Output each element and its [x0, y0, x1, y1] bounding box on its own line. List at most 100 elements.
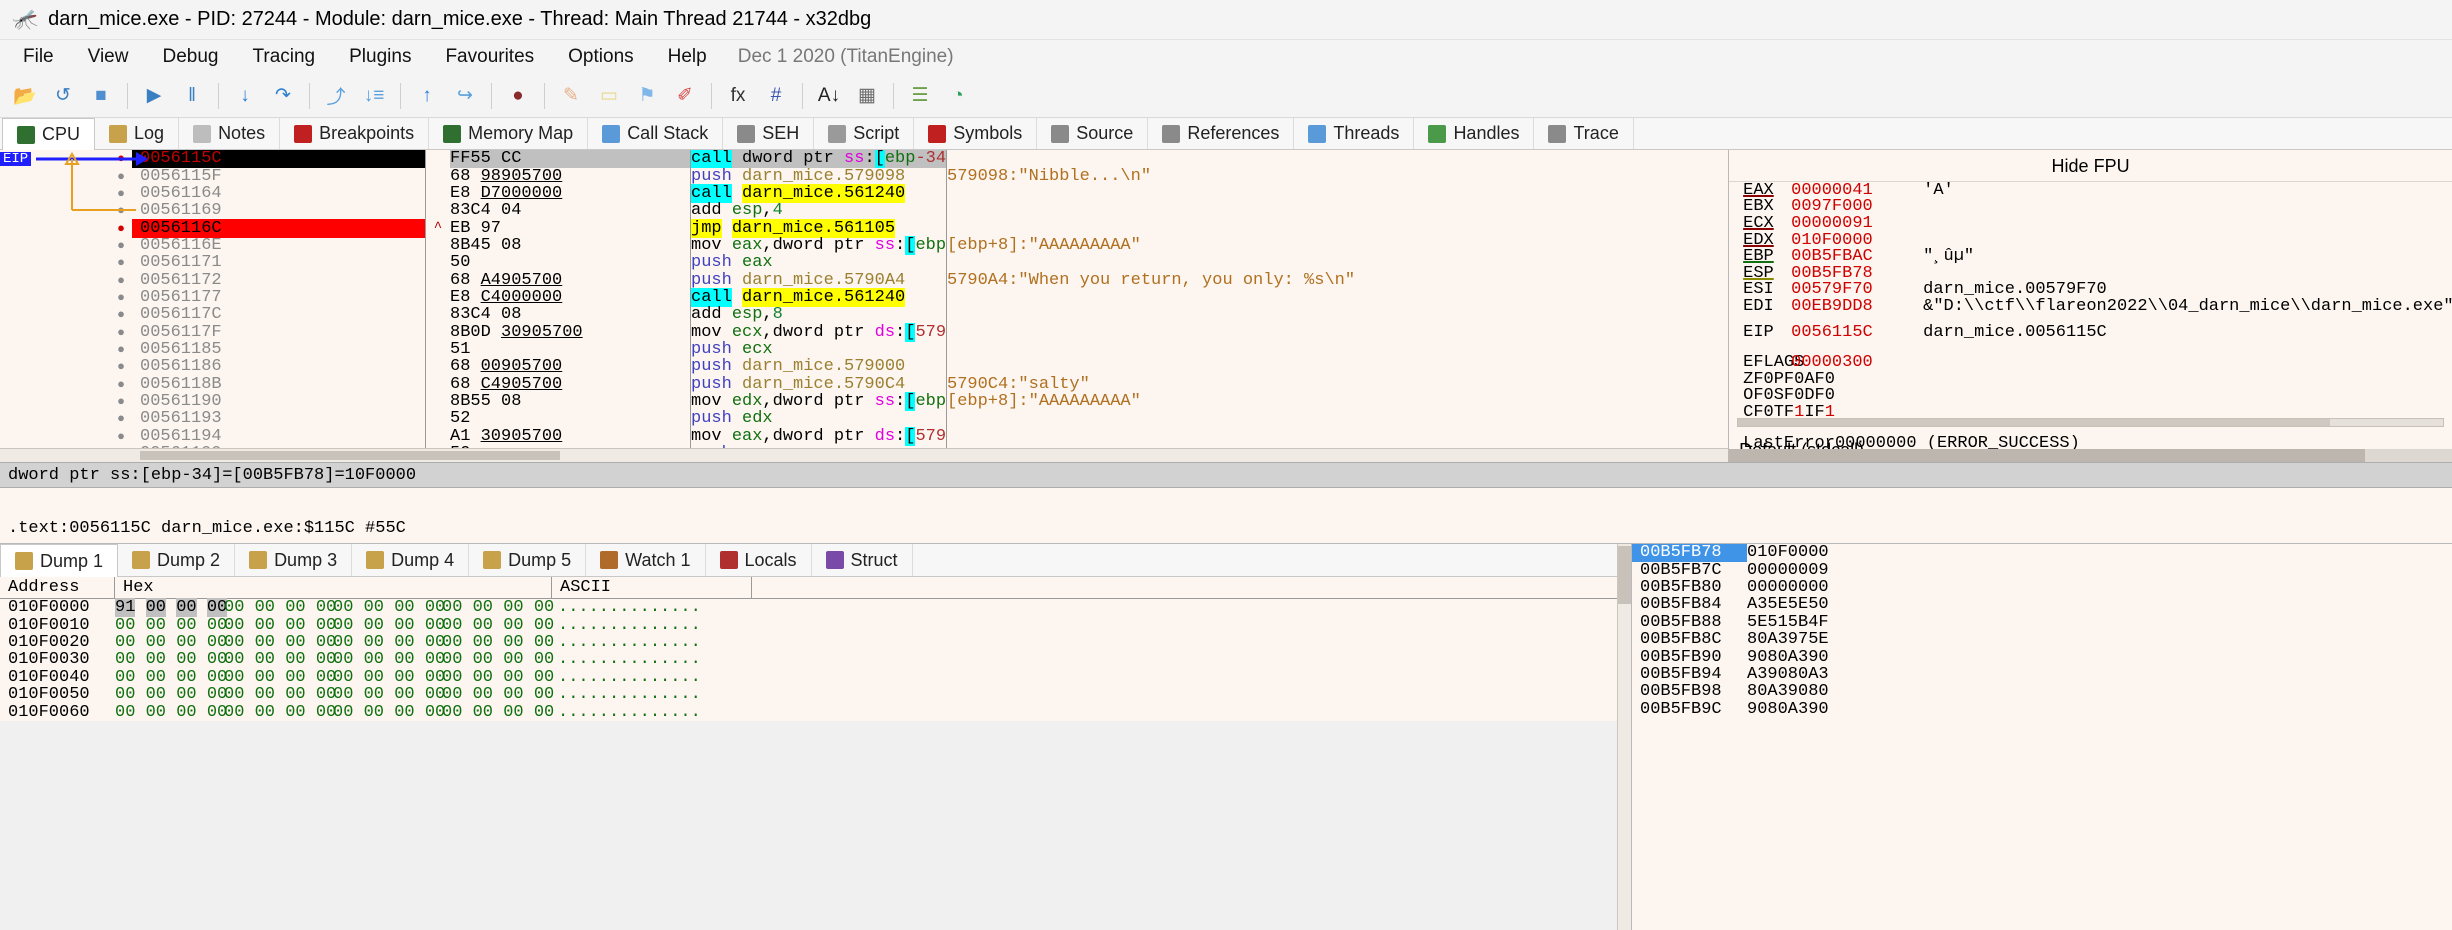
font-icon[interactable]: A↓: [812, 79, 846, 113]
dump-row[interactable]: 010F003000 00 00 0000 00 00 0000 00 00 0…: [0, 651, 1631, 668]
breakpoint-dot[interactable]: ●: [110, 359, 132, 374]
stack-row[interactable]: 00B5FB9C9080A390: [1632, 701, 2452, 718]
hex-byte[interactable]: 00: [224, 685, 244, 704]
hex-byte[interactable]: 00: [442, 668, 462, 687]
stack-panel[interactable]: 00B5FB78010F000000B5FB7C0000000900B5FB80…: [1632, 544, 2452, 930]
hex-group[interactable]: 00 00 00 00: [442, 633, 551, 652]
stack-row[interactable]: 00B5FB94A39080A3: [1632, 666, 2452, 683]
hex-byte[interactable]: 00: [255, 703, 275, 722]
hex-byte[interactable]: 00: [176, 685, 196, 704]
callinfo-hscrollbar[interactable]: [1729, 449, 2452, 462]
hex-group[interactable]: 00 00 00 00: [224, 650, 333, 669]
dump-tab-dump-3[interactable]: Dump 3: [235, 544, 352, 576]
dump-ascii[interactable]: ..............: [552, 650, 752, 669]
registers-panel[interactable]: Hide FPU EAX00000041'A'EBX0097F000ECX000…: [1729, 150, 2452, 462]
hex-byte[interactable]: 00: [255, 633, 275, 652]
hex-byte[interactable]: 00: [442, 650, 462, 669]
dump-hex[interactable]: 00 00 00 0000 00 00 0000 00 00 0000 00 0…: [115, 685, 552, 704]
hex-byte[interactable]: 00: [333, 668, 353, 687]
dump-hex[interactable]: 00 00 00 0000 00 00 0000 00 00 0000 00 0…: [115, 703, 552, 722]
hex-byte[interactable]: 00: [333, 650, 353, 669]
menu-item-debug[interactable]: Debug: [145, 42, 235, 72]
hex-byte[interactable]: 00: [503, 703, 523, 722]
breakpoint-dot[interactable]: ●: [110, 342, 132, 357]
hex-byte[interactable]: 00: [255, 685, 275, 704]
calculator-icon[interactable]: ▦: [850, 79, 884, 113]
register-row[interactable]: EBX0097F000: [1729, 199, 2452, 216]
dump-hex[interactable]: 00 00 00 0000 00 00 0000 00 00 0000 00 0…: [115, 616, 552, 635]
hex-byte[interactable]: 00: [176, 633, 196, 652]
dump-ascii[interactable]: ..............: [552, 703, 752, 722]
disassembly-row[interactable]: ●0056117C83C4 08add esp,8: [0, 306, 1728, 323]
disassembly-row[interactable]: ●0056119352push edx: [0, 410, 1728, 427]
stack-row[interactable]: 00B5FB9880A39080: [1632, 683, 2452, 700]
register-row[interactable]: EFLAGS00000300: [1729, 354, 2452, 371]
disassembly-hscrollbar[interactable]: [0, 448, 1728, 462]
disassembly-row[interactable]: ●00561194A1 30905700mov eax,dword ptr ds…: [0, 428, 1728, 445]
hex-byte[interactable]: 00: [115, 668, 135, 687]
disassembly-panel[interactable]: EIP ●0056115CFF55 CCcall dword ptr ss:[e…: [0, 150, 1729, 462]
menu-item-help[interactable]: Help: [651, 42, 724, 72]
dump-ascii[interactable]: ..............: [552, 668, 752, 687]
tab-cpu[interactable]: CPU: [2, 118, 95, 150]
bookmark-icon[interactable]: ⚑: [630, 79, 664, 113]
dump-row[interactable]: 010F005000 00 00 0000 00 00 0000 00 00 0…: [0, 686, 1631, 703]
hex-byte[interactable]: 00: [146, 598, 166, 617]
hex-byte[interactable]: 00: [176, 650, 196, 669]
hex-group[interactable]: 00 00 00 00: [333, 668, 442, 687]
hex-byte[interactable]: 00: [255, 616, 275, 635]
stack-value[interactable]: 9080A390: [1747, 648, 1907, 667]
register-value[interactable]: 0056115C: [1791, 323, 1923, 342]
hex-byte[interactable]: 00: [442, 703, 462, 722]
tab-log[interactable]: Log: [95, 118, 179, 149]
function-icon[interactable]: fx: [721, 79, 755, 113]
hex-byte[interactable]: 00: [364, 668, 384, 687]
breakpoint-dot[interactable]: ●: [110, 203, 132, 218]
dump-ascii[interactable]: ..............: [552, 633, 752, 652]
hex-group[interactable]: 00 00 00 00: [333, 616, 442, 635]
hex-byte[interactable]: 00: [115, 703, 135, 722]
register-row[interactable]: ESP00B5FB78: [1729, 265, 2452, 282]
hex-byte[interactable]: 00: [364, 633, 384, 652]
register-row[interactable]: EDX010F0000: [1729, 232, 2452, 249]
dump-hex[interactable]: 00 00 00 0000 00 00 0000 00 00 0000 00 0…: [115, 650, 552, 669]
stack-value[interactable]: 5E515B4F: [1747, 613, 1907, 632]
execute-till-return-icon[interactable]: ↪: [448, 79, 482, 113]
hex-group[interactable]: 00 00 00 00: [333, 598, 442, 617]
comment-icon[interactable]: ▭: [592, 79, 626, 113]
menu-item-view[interactable]: View: [71, 42, 146, 72]
register-row[interactable]: EBP00B5FBAC"¸ûµ": [1729, 248, 2452, 265]
dump-tab-dump-4[interactable]: Dump 4: [352, 544, 469, 576]
stack-row[interactable]: 00B5FB8C80A3975E: [1632, 631, 2452, 648]
dump-hex[interactable]: 91 00 00 0000 00 00 0000 00 00 0000 00 0…: [115, 598, 552, 617]
breakpoint-dot[interactable]: ●: [110, 411, 132, 426]
about-icon[interactable]: ◔: [941, 79, 975, 113]
hex-byte[interactable]: 00: [146, 633, 166, 652]
register-value[interactable]: 00EB9DD8: [1791, 297, 1923, 316]
dump-ascii[interactable]: ..............: [552, 598, 752, 617]
hex-group[interactable]: 00 00 00 00: [224, 685, 333, 704]
hex-byte[interactable]: 00: [224, 633, 244, 652]
tab-breakpoints[interactable]: Breakpoints: [280, 118, 429, 149]
restart-icon[interactable]: ↺: [46, 79, 80, 113]
hex-byte[interactable]: 00: [473, 633, 493, 652]
hex-byte[interactable]: 00: [224, 616, 244, 635]
hex-byte[interactable]: 00: [394, 703, 414, 722]
hex-group[interactable]: 00 00 00 00: [442, 616, 551, 635]
hex-byte[interactable]: 00: [224, 650, 244, 669]
hex-byte[interactable]: 00: [285, 616, 305, 635]
disassembly-row[interactable]: ●0056116983C4 04add esp,4: [0, 202, 1728, 219]
register-row[interactable]: ESI00579F70darn_mice.00579F70: [1729, 282, 2452, 299]
pause-icon[interactable]: ‖: [175, 79, 209, 113]
run-icon[interactable]: ▶: [137, 79, 171, 113]
dump-tab-dump-5[interactable]: Dump 5: [469, 544, 586, 576]
run-to-icon[interactable]: ↓≡: [357, 79, 391, 113]
breakpoint-dot[interactable]: ●: [110, 307, 132, 322]
menu-item-file[interactable]: File: [6, 42, 71, 72]
patch-icon[interactable]: ✎: [554, 79, 588, 113]
notes-icon[interactable]: ☰: [903, 79, 937, 113]
hex-byte[interactable]: 00: [146, 668, 166, 687]
hex-byte[interactable]: 00: [255, 668, 275, 687]
hex-group[interactable]: 00 00 00 00: [115, 616, 224, 635]
disassembly-row[interactable]: ●00561177E8 C4000000call darn_mice.56124…: [0, 289, 1728, 306]
